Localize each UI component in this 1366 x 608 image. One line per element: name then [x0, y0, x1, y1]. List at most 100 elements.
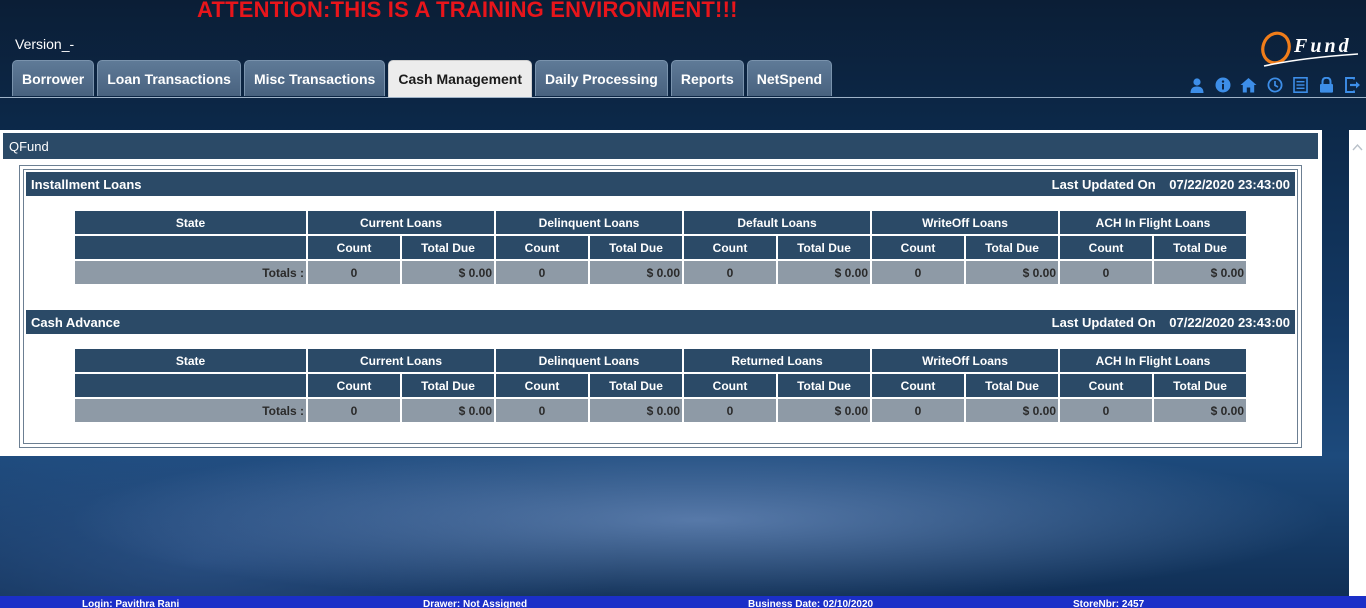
panel-title: QFund	[3, 133, 1318, 159]
group-header: ACH In Flight Loans	[1060, 211, 1246, 234]
info-icon[interactable]	[1213, 76, 1232, 94]
logo-text: Fund	[1293, 35, 1352, 57]
cash-advance-header: Cash Advance Last Updated On 07/22/2020 …	[26, 310, 1295, 334]
group-header: Current Loans	[308, 211, 494, 234]
qfund-panel: QFund Installment Loans Last Updated On …	[0, 130, 1322, 456]
training-environment-banner: ATTENTION:THIS IS A TRAINING ENVIRONMENT…	[197, 0, 738, 22]
total-count: 0	[684, 399, 776, 422]
count-header: Count	[496, 374, 588, 397]
table-subheader-row: Count Total Due Count Total Due Count To…	[75, 374, 1246, 397]
total-count: 0	[1060, 399, 1152, 422]
document-icon[interactable]	[1291, 76, 1310, 94]
qfund-logo: Fund	[1261, 31, 1359, 67]
tab-misc-transactions[interactable]: Misc Transactions	[243, 60, 386, 96]
version-label: Version_-	[15, 36, 75, 52]
state-header: State	[75, 211, 306, 234]
total-due-header: Total Due	[590, 236, 682, 259]
total-due-header: Total Due	[966, 374, 1058, 397]
total-due: $ 0.00	[1154, 261, 1246, 284]
toolbar	[1187, 76, 1362, 94]
total-count: 0	[684, 261, 776, 284]
total-count: 0	[308, 399, 400, 422]
total-count: 0	[496, 261, 588, 284]
totals-label: Totals :	[75, 261, 306, 284]
count-header: Count	[308, 374, 400, 397]
state-header: State	[75, 349, 306, 372]
total-count: 0	[872, 261, 964, 284]
total-count: 0	[1060, 261, 1152, 284]
installment-loans-title: Installment Loans	[31, 176, 142, 192]
total-count: 0	[496, 399, 588, 422]
count-header: Count	[684, 374, 776, 397]
table-header-row: State Current Loans Delinquent Loans Ret…	[75, 349, 1246, 372]
store-number-status: StoreNbr: 2457	[1073, 599, 1145, 608]
state-subheader	[75, 374, 306, 397]
total-due: $ 0.00	[778, 399, 870, 422]
last-updated-value: 07/22/2020 23:43:00	[1169, 176, 1290, 192]
cash-advance-title: Cash Advance	[31, 314, 121, 330]
total-due: $ 0.00	[590, 399, 682, 422]
tab-borrower[interactable]: Borrower	[12, 60, 95, 96]
total-due: $ 0.00	[778, 261, 870, 284]
group-header: WriteOff Loans	[872, 349, 1058, 372]
clock-icon[interactable]	[1265, 76, 1284, 94]
home-icon[interactable]	[1239, 76, 1258, 94]
count-header: Count	[872, 236, 964, 259]
count-header: Count	[1060, 374, 1152, 397]
user-icon[interactable]	[1187, 76, 1206, 94]
total-due-header: Total Due	[590, 374, 682, 397]
installment-loans-header: Installment Loans Last Updated On 07/22/…	[26, 172, 1295, 196]
total-due: $ 0.00	[402, 399, 494, 422]
total-due-header: Total Due	[1154, 374, 1246, 397]
count-header: Count	[872, 374, 964, 397]
cash-advance-table: State Current Loans Delinquent Loans Ret…	[73, 347, 1248, 424]
total-due: $ 0.00	[402, 261, 494, 284]
count-header: Count	[684, 236, 776, 259]
group-header: Default Loans	[684, 211, 870, 234]
tab-loan-transactions[interactable]: Loan Transactions	[97, 60, 241, 96]
installment-loans-table: State Current Loans Delinquent Loans Def…	[73, 209, 1248, 286]
total-due: $ 0.00	[966, 261, 1058, 284]
total-due-header: Total Due	[778, 236, 870, 259]
main-nav-tabs: Borrower Loan Transactions Misc Transact…	[12, 60, 833, 97]
last-updated-value: 07/22/2020 23:43:00	[1169, 314, 1290, 330]
count-header: Count	[496, 236, 588, 259]
total-due: $ 0.00	[590, 261, 682, 284]
vertical-scrollbar[interactable]	[1349, 130, 1366, 596]
total-count: 0	[308, 261, 400, 284]
count-header: Count	[308, 236, 400, 259]
last-updated-label: Last Updated On	[1051, 176, 1156, 192]
group-header: Current Loans	[308, 349, 494, 372]
total-due-header: Total Due	[402, 236, 494, 259]
totals-label: Totals :	[75, 399, 306, 422]
total-due-header: Total Due	[402, 374, 494, 397]
scroll-up-arrow-icon[interactable]	[1352, 142, 1363, 153]
lock-icon[interactable]	[1317, 76, 1336, 94]
drawer-status: Drawer: Not Assigned	[423, 599, 528, 608]
tab-reports[interactable]: Reports	[670, 60, 744, 96]
table-subheader-row: Count Total Due Count Total Due Count To…	[75, 236, 1246, 259]
group-header: WriteOff Loans	[872, 211, 1058, 234]
status-bar: Login: Pavithra Rani Drawer: Not Assigne…	[0, 596, 1366, 608]
last-updated-label: Last Updated On	[1051, 314, 1156, 330]
count-header: Count	[1060, 236, 1152, 259]
login-status: Login: Pavithra Rani	[82, 599, 180, 608]
group-header: Delinquent Loans	[496, 349, 682, 372]
totals-row: Totals : 0 $ 0.00 0 $ 0.00 0 $ 0.00 0 $ …	[75, 399, 1246, 422]
cash-advance-last-updated: Last Updated On 07/22/2020 23:43:00	[1042, 315, 1290, 330]
tab-cash-management[interactable]: Cash Management	[388, 60, 533, 97]
total-due-header: Total Due	[966, 236, 1058, 259]
logout-icon[interactable]	[1343, 76, 1362, 94]
total-due: $ 0.00	[966, 399, 1058, 422]
total-due-header: Total Due	[778, 374, 870, 397]
table-header-row: State Current Loans Delinquent Loans Def…	[75, 211, 1246, 234]
installment-last-updated: Last Updated On 07/22/2020 23:43:00	[1042, 177, 1290, 192]
tab-daily-processing[interactable]: Daily Processing	[535, 60, 668, 96]
group-header: ACH In Flight Loans	[1060, 349, 1246, 372]
group-header: Returned Loans	[684, 349, 870, 372]
tab-netspend[interactable]: NetSpend	[746, 60, 833, 96]
tab-underline	[0, 97, 1366, 98]
totals-row: Totals : 0 $ 0.00 0 $ 0.00 0 $ 0.00 0 $ …	[75, 261, 1246, 284]
group-header: Delinquent Loans	[496, 211, 682, 234]
total-due-header: Total Due	[1154, 236, 1246, 259]
